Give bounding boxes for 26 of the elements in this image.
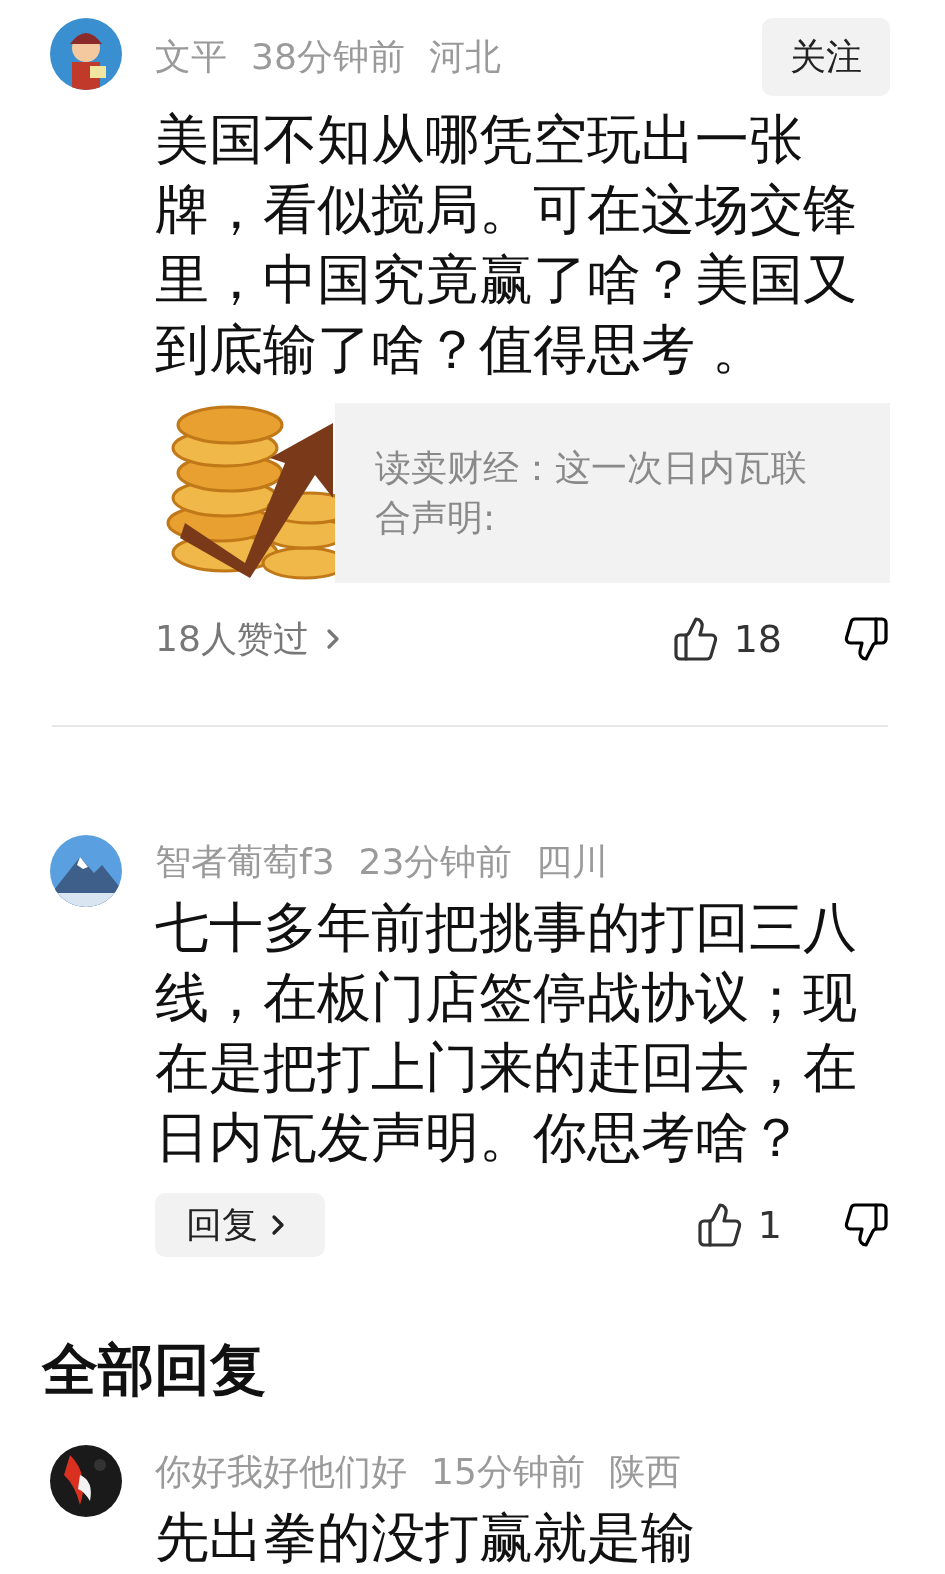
- user-name[interactable]: 你好我好他们好: [155, 1447, 407, 1497]
- comment-text: 七十多年前把挑事的打回三八线，在板门店签停战协议；现在是把打上门来的赶回去，在日内瓦发声明。你思考啥？: [155, 895, 858, 1171]
- comment-location: 四川: [536, 839, 609, 884]
- link-title: 读卖财经：这一次日内瓦联合声明:: [374, 446, 808, 540]
- reply-button[interactable]: 回复: [155, 1193, 325, 1257]
- likers-link[interactable]: 18人赞过: [155, 614, 349, 664]
- comment-text: 先出拳的没打赢就是输: [155, 1505, 696, 1571]
- follow-button[interactable]: 关注: [762, 18, 890, 96]
- comment-time: 15分钟前: [431, 1449, 585, 1494]
- thumbs-down-icon: [842, 615, 890, 663]
- link-card[interactable]: 读卖财经：这一次日内瓦联合声明:: [155, 403, 890, 583]
- comment-text: 美国不知从哪凭空玩出一张牌，看似搅局。可在这场交锋里，中国究竟赢了啥？美国又到底输了啥？值得思考 。: [155, 107, 858, 383]
- user-name[interactable]: 文平: [155, 32, 227, 82]
- user-name[interactable]: 智者葡萄f3: [155, 837, 335, 887]
- dislike-button[interactable]: [842, 615, 890, 663]
- thumbs-down-icon: [842, 1201, 890, 1249]
- like-button[interactable]: 1: [695, 1201, 782, 1249]
- section-title: 全部回复: [42, 1336, 267, 1404]
- dislike-button[interactable]: [842, 1201, 890, 1249]
- thumbs-up-icon: [695, 1201, 744, 1249]
- comment-location: 河北: [428, 34, 501, 79]
- thumbs-up-icon: [671, 615, 720, 663]
- comment-time: 38分钟前: [251, 34, 405, 79]
- comment-location: 陕西: [608, 1449, 681, 1494]
- comment-time: 23分钟前: [358, 839, 513, 884]
- like-button[interactable]: 18: [671, 615, 782, 663]
